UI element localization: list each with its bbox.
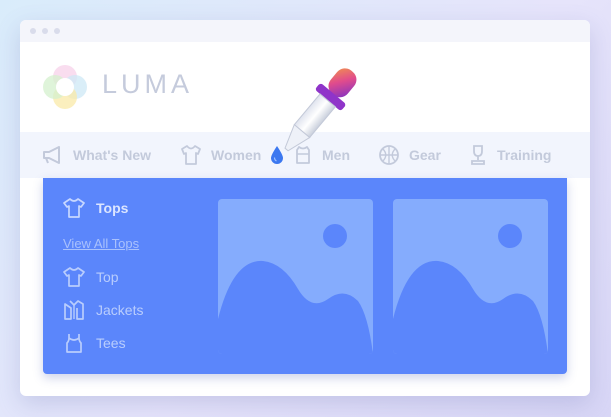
megaphone-icon bbox=[43, 146, 60, 164]
window-minimize-dot[interactable] bbox=[42, 28, 48, 34]
brand-name[interactable]: LUMA bbox=[102, 69, 193, 100]
tshirt-icon bbox=[63, 267, 85, 287]
nav-label-gear: Gear bbox=[409, 147, 441, 163]
menu-item-top[interactable]: Top bbox=[63, 267, 119, 287]
menu-item-label: Tees bbox=[96, 335, 126, 351]
nav-item-women[interactable]: Women bbox=[180, 132, 261, 178]
menu-heading-label: Tops bbox=[96, 200, 129, 216]
nav-label-women: Women bbox=[211, 147, 262, 163]
window-maximize-dot[interactable] bbox=[54, 28, 60, 34]
product-image-placeholder[interactable] bbox=[218, 199, 373, 354]
title-bar bbox=[20, 20, 590, 42]
menu-heading-tops[interactable]: Tops bbox=[63, 198, 128, 218]
luma-logo-icon[interactable] bbox=[42, 64, 88, 110]
menu-item-jackets[interactable]: Jackets bbox=[63, 300, 143, 320]
trophy-icon bbox=[471, 145, 485, 165]
tank-top-icon bbox=[66, 334, 82, 353]
basketball-icon bbox=[379, 145, 399, 165]
nav-label-whats-new: What's New bbox=[73, 147, 152, 163]
jacket-icon bbox=[64, 300, 84, 320]
view-all-tops-link[interactable]: View All Tops bbox=[63, 236, 139, 251]
tshirt-icon bbox=[63, 198, 85, 218]
image-placeholder-icon bbox=[218, 224, 373, 354]
tops-mega-menu: Tops View All Tops Top Jackets Tees bbox=[43, 178, 567, 374]
nav-item-whats-new[interactable]: What's New bbox=[42, 132, 151, 178]
window-close-dot[interactable] bbox=[30, 28, 36, 34]
menu-item-tees[interactable]: Tees bbox=[63, 333, 126, 353]
menu-item-label: Top bbox=[96, 269, 119, 285]
nav-item-training[interactable]: Training bbox=[468, 132, 551, 178]
nav-label-training: Training bbox=[497, 147, 552, 163]
product-image-placeholder[interactable] bbox=[393, 199, 548, 354]
image-placeholder-icon bbox=[393, 224, 548, 354]
women-shirt-icon bbox=[181, 145, 201, 165]
paint-drop-icon bbox=[271, 146, 283, 164]
nav-item-gear[interactable]: Gear bbox=[378, 132, 441, 178]
menu-item-label: Jackets bbox=[96, 302, 144, 318]
